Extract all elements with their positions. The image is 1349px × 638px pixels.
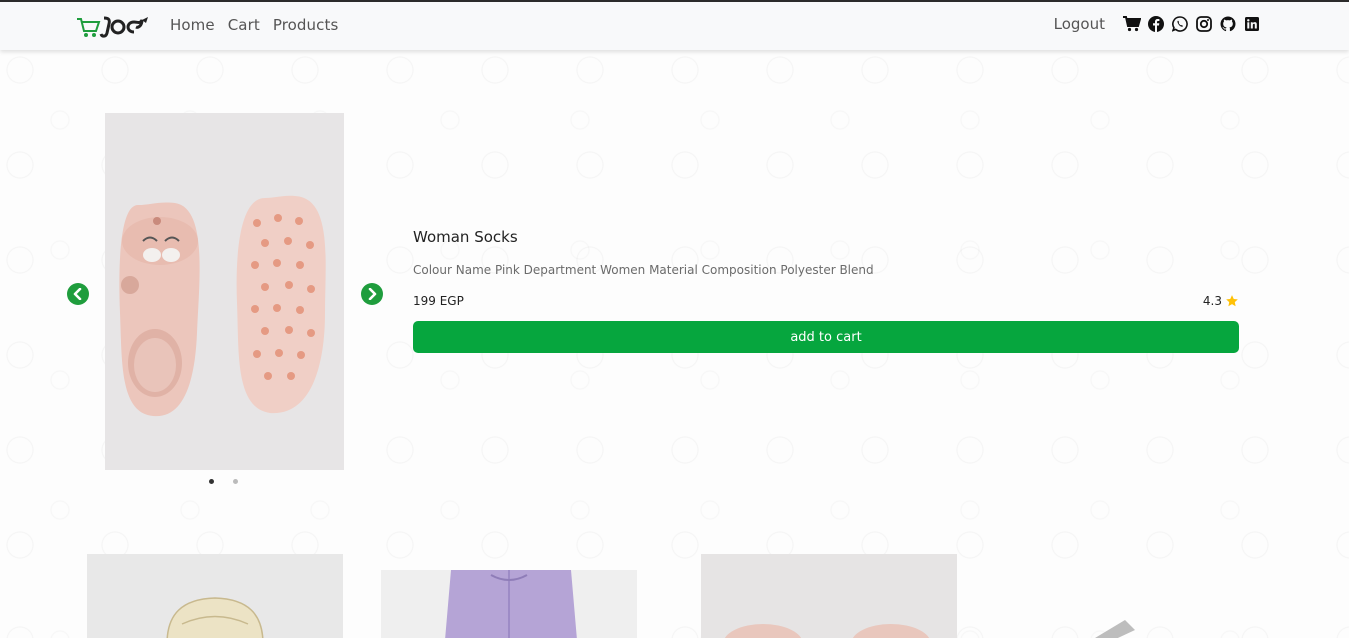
slider-dot-1[interactable] [209,479,214,484]
product-card-image [87,554,343,638]
product-card[interactable] [87,554,343,638]
linkedin-icon[interactable] [1243,15,1261,33]
logo-image [77,16,148,38]
slider-dot-2[interactable] [233,479,238,484]
instagram-icon[interactable] [1195,15,1213,33]
product-image [105,113,344,470]
logout-link[interactable]: Logout [1054,15,1105,33]
product-price: 199 EGP [413,294,464,308]
slider-prev-button[interactable] [67,283,89,305]
price-row: 199 EGP 4.3 [413,294,1239,308]
facebook-icon[interactable] [1147,15,1165,33]
rating-value: 4.3 [1202,294,1222,308]
slider-next-button[interactable] [361,283,383,305]
cart-icon[interactable] [1123,15,1141,33]
product-rating: 4.3 [1203,294,1239,308]
product-card[interactable] [701,554,957,638]
nav-home-link[interactable]: Home [170,16,215,34]
product-image-slider[interactable] [105,113,344,470]
whatsapp-icon[interactable] [1171,15,1189,33]
product-card-image [701,554,957,638]
nav-cart-link[interactable]: Cart [228,16,260,34]
product-card-image [1095,620,1135,638]
product-description: Colour Name Pink Department Women Materi… [413,263,874,277]
brand-logo[interactable] [76,14,154,40]
product-card[interactable] [1080,554,1160,638]
chevron-right-icon [368,288,377,300]
top-border [0,0,1349,2]
navbar: Home Cart Products Logout [0,2,1349,50]
nav-products-link[interactable]: Products [273,16,339,34]
product-details: Woman Socks Colour Name Pink Department … [413,228,1239,353]
product-card[interactable] [381,570,637,638]
add-to-cart-button[interactable]: add to cart [413,321,1239,353]
github-icon[interactable] [1219,15,1237,33]
nav-right: Logout [1054,15,1261,33]
slider-dots [209,479,238,484]
nav-links: Home Cart Products [170,16,338,34]
product-card-image [381,570,637,638]
product-title: Woman Socks [413,228,518,246]
star-icon [1226,295,1238,307]
chevron-left-icon [73,288,82,300]
